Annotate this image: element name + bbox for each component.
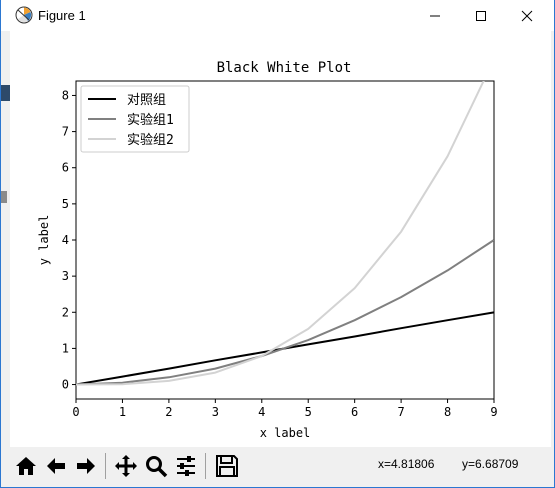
x-tick-label: 8 — [444, 405, 451, 419]
y-tick-label: 1 — [62, 341, 69, 355]
cursor-x-readout: x=4.81806 — [378, 457, 435, 471]
back-arrow-icon — [47, 458, 65, 474]
y-tick-label: 0 — [62, 378, 69, 392]
minimize-button[interactable] — [412, 0, 458, 31]
title-bar[interactable]: Figure 1 — [1, 0, 554, 31]
edge-mark — [1, 85, 10, 101]
x-tick-label: 7 — [397, 405, 404, 419]
edge-mark — [1, 191, 7, 203]
close-icon — [521, 10, 533, 21]
save-icon — [216, 455, 238, 477]
y-axis-label: y label — [37, 215, 51, 266]
y-tick-label: 5 — [62, 197, 69, 211]
x-tick-label: 4 — [258, 405, 265, 419]
y-tick-label: 2 — [62, 305, 69, 319]
configure-subplots-button[interactable] — [172, 452, 200, 480]
home-button[interactable] — [12, 452, 40, 480]
x-tick-label: 1 — [119, 405, 126, 419]
y-tick-label: 6 — [62, 161, 69, 175]
minimize-icon — [430, 15, 440, 16]
x-tick-label: 2 — [165, 405, 172, 419]
x-axis-label: x label — [260, 426, 311, 440]
y-tick-label: 8 — [62, 88, 69, 102]
window-title: Figure 1 — [38, 8, 86, 23]
toolbar-separator — [205, 453, 206, 479]
maximize-button[interactable] — [458, 0, 504, 31]
x-tick-label: 5 — [305, 405, 312, 419]
legend-label: 实验组1 — [127, 112, 174, 128]
close-button[interactable] — [504, 0, 550, 31]
y-tick-label: 7 — [62, 125, 69, 139]
y-tick-label: 4 — [62, 233, 69, 247]
pan-icon — [115, 455, 137, 477]
save-button[interactable] — [213, 452, 241, 480]
forward-arrow-icon — [77, 458, 95, 474]
figure-window: Figure 1 Black White Plot 0 1 2 3 4 5 6 7 8 9 0 1 2 3… — [0, 0, 555, 488]
home-icon — [16, 457, 36, 475]
window-edge — [1, 31, 10, 447]
line-chart: Black White Plot 0 1 2 3 4 5 6 7 8 9 0 1 2 3 4 5 6 7 8 x l… — [37, 60, 498, 440]
x-tick-label: 3 — [212, 405, 219, 419]
y-tick-label: 3 — [62, 269, 69, 283]
legend-label: 对照组 — [127, 93, 166, 108]
x-tick-label: 0 — [72, 405, 79, 419]
chart-title: Black White Plot — [217, 60, 352, 76]
x-tick-label: 9 — [490, 405, 497, 419]
subplots-config-icon — [177, 456, 195, 476]
cursor-y-readout: y=6.68709 — [462, 457, 519, 471]
legend: 对照组实验组1 实验组2 — [80, 85, 190, 153]
x-tick-label: 6 — [351, 405, 358, 419]
toolbar-separator — [105, 453, 106, 479]
back-button[interactable] — [42, 452, 70, 480]
figure-canvas[interactable]: Black White Plot 0 1 2 3 4 5 6 7 8 9 0 1 2 3 4 5 6 7 8 x l… — [10, 31, 551, 447]
navigation-toolbar: x=4.81806 y=6.68709 — [1, 447, 554, 487]
zoom-icon — [146, 456, 168, 478]
matplotlib-figure-icon — [15, 6, 33, 24]
forward-button[interactable] — [72, 452, 100, 480]
legend-label: 实验组2 — [127, 132, 174, 148]
maximize-icon — [476, 10, 486, 21]
zoom-button[interactable] — [142, 452, 170, 480]
pan-button[interactable] — [112, 452, 140, 480]
